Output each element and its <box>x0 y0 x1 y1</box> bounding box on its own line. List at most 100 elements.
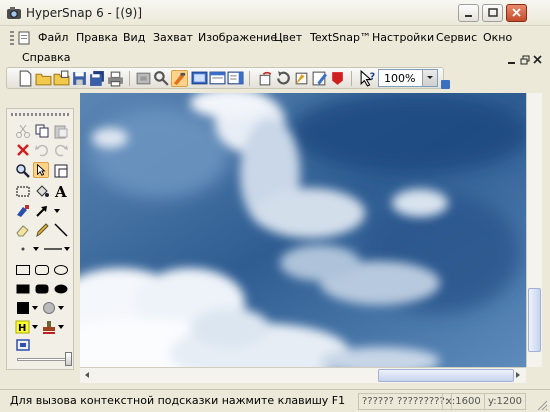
sky-clouds-image <box>80 93 526 367</box>
resize-icon[interactable] <box>53 163 69 179</box>
rounded-rectangle-filled-icon[interactable] <box>34 281 50 297</box>
highlight-color-icon[interactable]: H <box>15 319 31 335</box>
arrow-tool-dropdown-icon[interactable] <box>53 207 61 215</box>
repeat-capture-icon[interactable] <box>275 70 292 87</box>
menu-file[interactable]: Файл <box>36 29 70 46</box>
horizontal-scrollbar[interactable] <box>80 367 526 383</box>
copy-icon[interactable] <box>34 123 50 139</box>
stamp-tool-icon[interactable] <box>41 319 57 335</box>
svg-text:H: H <box>18 323 26 334</box>
crop-icon[interactable] <box>293 70 310 87</box>
status-info-cell: ?????? ?????????: <box>358 393 453 410</box>
menu-capture[interactable]: Захват <box>151 29 195 46</box>
edit-image-icon[interactable] <box>311 70 328 87</box>
save-all-icon[interactable] <box>89 70 106 87</box>
palette-grip[interactable] <box>11 113 69 116</box>
capture-full-screen-icon[interactable] <box>191 70 208 87</box>
status-hint: Для вызова контекстной подсказки нажмите… <box>10 394 346 407</box>
point-size-dropdown-icon[interactable] <box>32 245 40 253</box>
ellipse-outline-icon[interactable] <box>53 262 69 278</box>
horizontal-scroll-thumb[interactable] <box>378 369 514 382</box>
paste-icon[interactable] <box>53 123 69 139</box>
capture-region-icon[interactable] <box>135 70 152 87</box>
opacity-slider-thumb[interactable] <box>65 352 72 366</box>
context-help-icon[interactable]: ? <box>359 70 376 87</box>
minimize-button[interactable] <box>458 4 479 22</box>
menu-grip[interactable] <box>10 31 14 45</box>
delete-icon[interactable] <box>15 142 31 158</box>
close-button[interactable] <box>506 4 527 22</box>
menu-settings[interactable]: Настройки <box>370 29 436 46</box>
stamp-icon[interactable] <box>329 70 346 87</box>
mdi-restore-icon[interactable] <box>520 55 530 65</box>
capture-button-icon[interactable] <box>171 70 188 87</box>
menu-tools[interactable]: Сервис <box>434 29 479 46</box>
menu-image[interactable]: Изображение <box>196 29 279 46</box>
text-icon[interactable]: A <box>53 183 69 199</box>
undo-icon[interactable] <box>34 142 50 158</box>
capture-scroll-icon[interactable] <box>227 70 244 87</box>
window-title: HyperSnap 6 - [(9)] <box>26 6 143 20</box>
rectangle-filled-icon[interactable] <box>15 281 31 297</box>
capture-active-window-icon[interactable] <box>209 70 226 87</box>
new-icon[interactable] <box>17 70 34 87</box>
eraser-icon[interactable] <box>15 222 31 238</box>
arrow-tool-icon[interactable] <box>34 203 50 219</box>
stamp-tool-dropdown-icon[interactable] <box>57 323 65 331</box>
opacity-slider-track[interactable] <box>17 358 69 361</box>
line-style-icon[interactable] <box>42 241 70 257</box>
cut-icon[interactable] <box>15 123 31 139</box>
document-icon[interactable] <box>17 31 31 45</box>
image-canvas[interactable] <box>80 93 526 367</box>
status-bar: Для вызова контекстной подсказки нажмите… <box>0 389 550 412</box>
hypersnap-app-icon[interactable] <box>6 5 22 21</box>
background-color-icon[interactable] <box>41 300 57 316</box>
browse-icon[interactable] <box>53 70 70 87</box>
menu-bar: Файл Правка Вид Захват Изображение Цвет … <box>0 26 550 66</box>
highlight-color-dropdown-icon[interactable] <box>31 323 39 331</box>
zoom-icon[interactable] <box>15 163 31 179</box>
point-size-icon[interactable] <box>15 241 31 257</box>
capture-window-icon[interactable] <box>153 70 170 87</box>
vertical-scrollbar[interactable] <box>526 93 542 367</box>
rectangle-outline-icon[interactable] <box>15 262 31 278</box>
fit-to-window-icon[interactable] <box>15 337 31 353</box>
zoom-select[interactable]: 100% <box>378 69 438 87</box>
mdi-minimize-icon[interactable] <box>507 55 517 65</box>
background-color-dropdown-icon[interactable] <box>57 304 65 312</box>
menu-textsnap[interactable]: TextSnap™ <box>308 29 373 46</box>
ellipse-filled-icon[interactable] <box>53 281 69 297</box>
rotate-icon[interactable] <box>257 70 274 87</box>
mdi-close-icon[interactable] <box>533 55 543 65</box>
svg-text:A: A <box>54 183 67 199</box>
line-tool-icon[interactable] <box>53 222 69 238</box>
redo-icon[interactable] <box>53 142 69 158</box>
scroll-right-icon[interactable] <box>514 371 522 379</box>
pencil-icon[interactable] <box>34 222 50 238</box>
foreground-color-dropdown-icon[interactable] <box>31 304 39 312</box>
menu-window[interactable]: Окно <box>481 29 514 46</box>
select-pointer-icon[interactable] <box>33 162 49 178</box>
close-icon <box>512 8 521 17</box>
select-rectangle-icon[interactable] <box>15 183 31 199</box>
scroll-left-icon[interactable] <box>83 371 91 379</box>
menu-help[interactable]: Справка <box>20 49 72 66</box>
minimize-icon <box>465 15 472 17</box>
maximize-button[interactable] <box>482 4 503 22</box>
foreground-color-icon[interactable] <box>15 300 31 316</box>
print-icon[interactable] <box>107 70 124 87</box>
rounded-rectangle-outline-icon[interactable] <box>34 262 50 278</box>
resize-grip-icon[interactable] <box>536 399 548 411</box>
zoom-dropdown-button[interactable] <box>422 70 437 86</box>
maximize-icon <box>488 8 498 17</box>
menu-edit[interactable]: Правка <box>74 29 120 46</box>
menu-color[interactable]: Цвет <box>272 29 304 46</box>
save-icon[interactable] <box>71 70 88 87</box>
menu-view[interactable]: Вид <box>121 29 147 46</box>
toolbar-separator <box>129 71 130 86</box>
fill-bucket-icon[interactable] <box>34 183 50 199</box>
toolbar-overflow-button[interactable] <box>441 80 450 89</box>
vertical-scroll-thumb[interactable] <box>528 288 541 352</box>
highlighter-icon[interactable] <box>15 203 31 219</box>
open-folder-icon[interactable] <box>35 70 52 87</box>
